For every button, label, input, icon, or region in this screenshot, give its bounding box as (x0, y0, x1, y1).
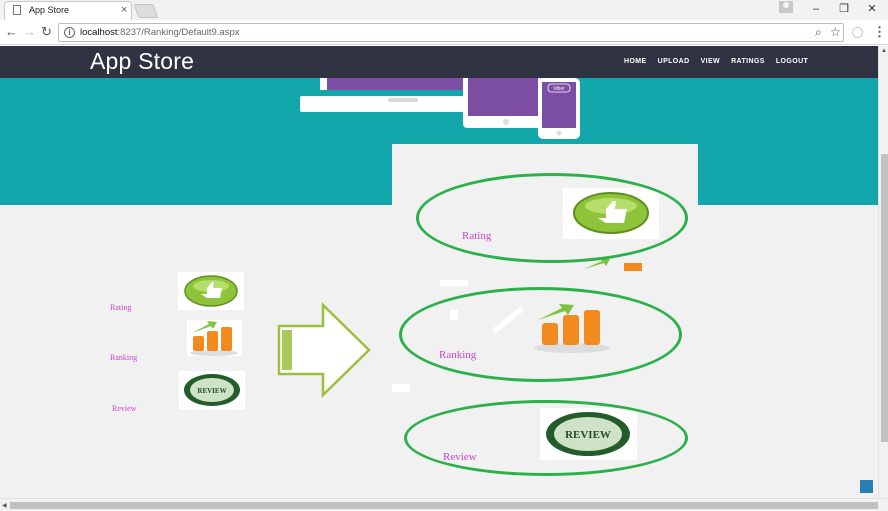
page-icon (13, 5, 21, 15)
page-viewport: App Store HOME UPLOAD VIEW RATINGS LOGOU… (0, 46, 878, 498)
reload-icon[interactable]: ↻ (41, 24, 52, 40)
vertical-scrollbar[interactable]: ▲ (878, 46, 888, 498)
vertical-scroll-thumb[interactable] (881, 154, 888, 442)
forward-icon[interactable]: → (23, 24, 36, 39)
new-tab-button[interactable] (133, 4, 159, 18)
horizontal-scroll-thumb[interactable] (10, 502, 878, 509)
left-review-label: Review (112, 404, 137, 413)
loading-spinner-icon (852, 27, 863, 38)
viber-badge: Viber (553, 86, 565, 92)
back-to-top-button[interactable] (860, 480, 873, 493)
minimize-icon[interactable]: – (802, 0, 830, 18)
nav-home[interactable]: HOME (624, 58, 647, 65)
right-arrow-icon (277, 302, 371, 398)
ranking-highlight-ring (399, 287, 682, 382)
scroll-left-icon[interactable]: ◀ (2, 502, 7, 509)
image-fragment (440, 280, 468, 286)
zoom-search-icon[interactable]: ⌕ (815, 25, 822, 40)
review-highlight-ring (404, 400, 688, 476)
browser-tab[interactable]: App Store × (4, 1, 132, 20)
scroll-up-icon[interactable]: ▲ (881, 48, 887, 54)
left-ranking-label: Ranking (110, 353, 138, 362)
bar-chart-growth-icon (190, 321, 238, 356)
browser-toolbar: ← → ↻ i localhost:8237/Ranking/Default9.… (0, 20, 888, 45)
bookmark-star-icon[interactable]: ☆ (830, 25, 841, 39)
browser-menu-icon[interactable]: ⋮ (873, 24, 886, 40)
review-image: REVIEW (179, 371, 245, 410)
left-rating-label: Rating (110, 303, 132, 312)
back-icon[interactable]: ← (5, 24, 18, 39)
nav-links: HOME UPLOAD VIEW RATINGS LOGOUT (624, 58, 808, 65)
url-text: localhost:8237/Ranking/Default9.aspx (80, 27, 240, 38)
profile-icon[interactable] (779, 1, 793, 13)
nav-view[interactable]: VIEW (701, 58, 721, 65)
restore-icon[interactable]: ❐ (830, 0, 858, 18)
svg-text:REVIEW: REVIEW (197, 387, 226, 395)
info-icon[interactable]: i (64, 27, 75, 38)
nav-logout[interactable]: LOGOUT (776, 58, 808, 65)
address-bar[interactable]: i localhost:8237/Ranking/Default9.aspx ⌕… (58, 23, 844, 42)
tab-strip: App Store × – ❐ ✕ (0, 0, 888, 20)
nav-ratings[interactable]: RATINGS (731, 58, 765, 65)
close-tab-icon[interactable]: × (121, 4, 127, 16)
horizontal-scrollbar[interactable]: ◀ (0, 498, 888, 511)
review-stamp-icon: REVIEW (184, 374, 240, 406)
ranking-image (187, 320, 242, 356)
image-fragment (392, 384, 410, 392)
nav-upload[interactable]: UPLOAD (658, 58, 690, 65)
rating-image (178, 272, 244, 310)
thumbs-up-icon (184, 275, 238, 307)
site-brand[interactable]: App Store (90, 48, 194, 75)
close-window-icon[interactable]: ✕ (858, 0, 886, 18)
tab-title: App Store (29, 5, 70, 15)
site-navbar: App Store HOME UPLOAD VIEW RATINGS LOGOU… (0, 46, 878, 78)
rating-highlight-ring (416, 173, 688, 263)
